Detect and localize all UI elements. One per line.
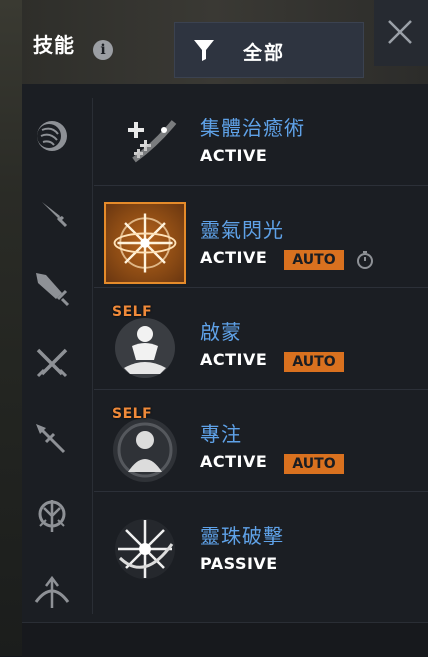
bow-icon[interactable]	[32, 572, 72, 612]
skill-type: ACTIVE	[200, 350, 268, 369]
group-heal-icon	[128, 120, 177, 163]
spear-icon[interactable]	[32, 420, 72, 460]
skill-row[interactable]: 集體治癒術 ACTIVE	[94, 84, 428, 186]
close-icon	[388, 20, 412, 44]
skill-row[interactable]: SELF 啟蒙 ACTIVE AUTO	[94, 288, 428, 390]
self-badge: SELF	[112, 304, 153, 320]
skill-row-selected[interactable]: 靈氣閃光 ACTIVE AUTO	[94, 186, 428, 288]
auto-badge: AUTO	[284, 250, 344, 270]
skills-content: 集體治癒術 ACTIVE 靈氣閃光 ACTIVE AUTO SELF 啟蒙 AC…	[22, 84, 428, 656]
skill-type: ACTIVE	[200, 452, 268, 471]
background-left-strip	[0, 0, 22, 656]
auto-badge: AUTO	[284, 454, 344, 474]
skill-name: 啟蒙	[200, 320, 242, 344]
skill-type: PASSIVE	[200, 554, 278, 573]
spirit-orb-strike-icon	[115, 519, 175, 579]
skill-type: ACTIVE	[200, 146, 268, 165]
sidebar-divider	[92, 98, 93, 614]
skill-name: 靈珠破擊	[200, 524, 284, 548]
sword-icon[interactable]	[32, 192, 72, 232]
page-title: 技能	[33, 33, 75, 57]
panel-header: 技能 i 全部	[0, 10, 428, 78]
info-icon[interactable]: i	[93, 40, 113, 60]
skill-row[interactable]: 靈珠破擊 PASSIVE	[94, 492, 428, 593]
filter-label: 全部	[243, 42, 286, 64]
skill-row[interactable]: SELF 專注 ACTIVE AUTO	[94, 390, 428, 492]
skill-name: 靈氣閃光	[200, 218, 284, 242]
auto-badge: AUTO	[284, 352, 344, 372]
skills-panel: 技能 i 全部 集體治癒術 ACTIVE 靈氣閃光 ACTIVE AUTO SE…	[0, 0, 428, 657]
bottom-bar	[22, 622, 428, 657]
dual-swords-icon[interactable]	[32, 344, 72, 384]
weapon-category-sidebar	[22, 84, 92, 608]
aura-flash-icon	[104, 202, 186, 284]
filter-dropdown[interactable]: 全部	[174, 22, 364, 78]
filter-icon	[194, 40, 214, 61]
skill-name: 專注	[200, 422, 242, 446]
orb-icon[interactable]	[32, 116, 72, 156]
self-badge: SELF	[112, 406, 153, 422]
skill-type: ACTIVE	[200, 248, 268, 267]
timer-icon	[357, 251, 373, 269]
close-button[interactable]	[374, 0, 428, 66]
skill-name: 集體治癒術	[200, 116, 305, 140]
greatsword-icon[interactable]	[32, 269, 72, 309]
staff-icon[interactable]	[32, 496, 72, 536]
